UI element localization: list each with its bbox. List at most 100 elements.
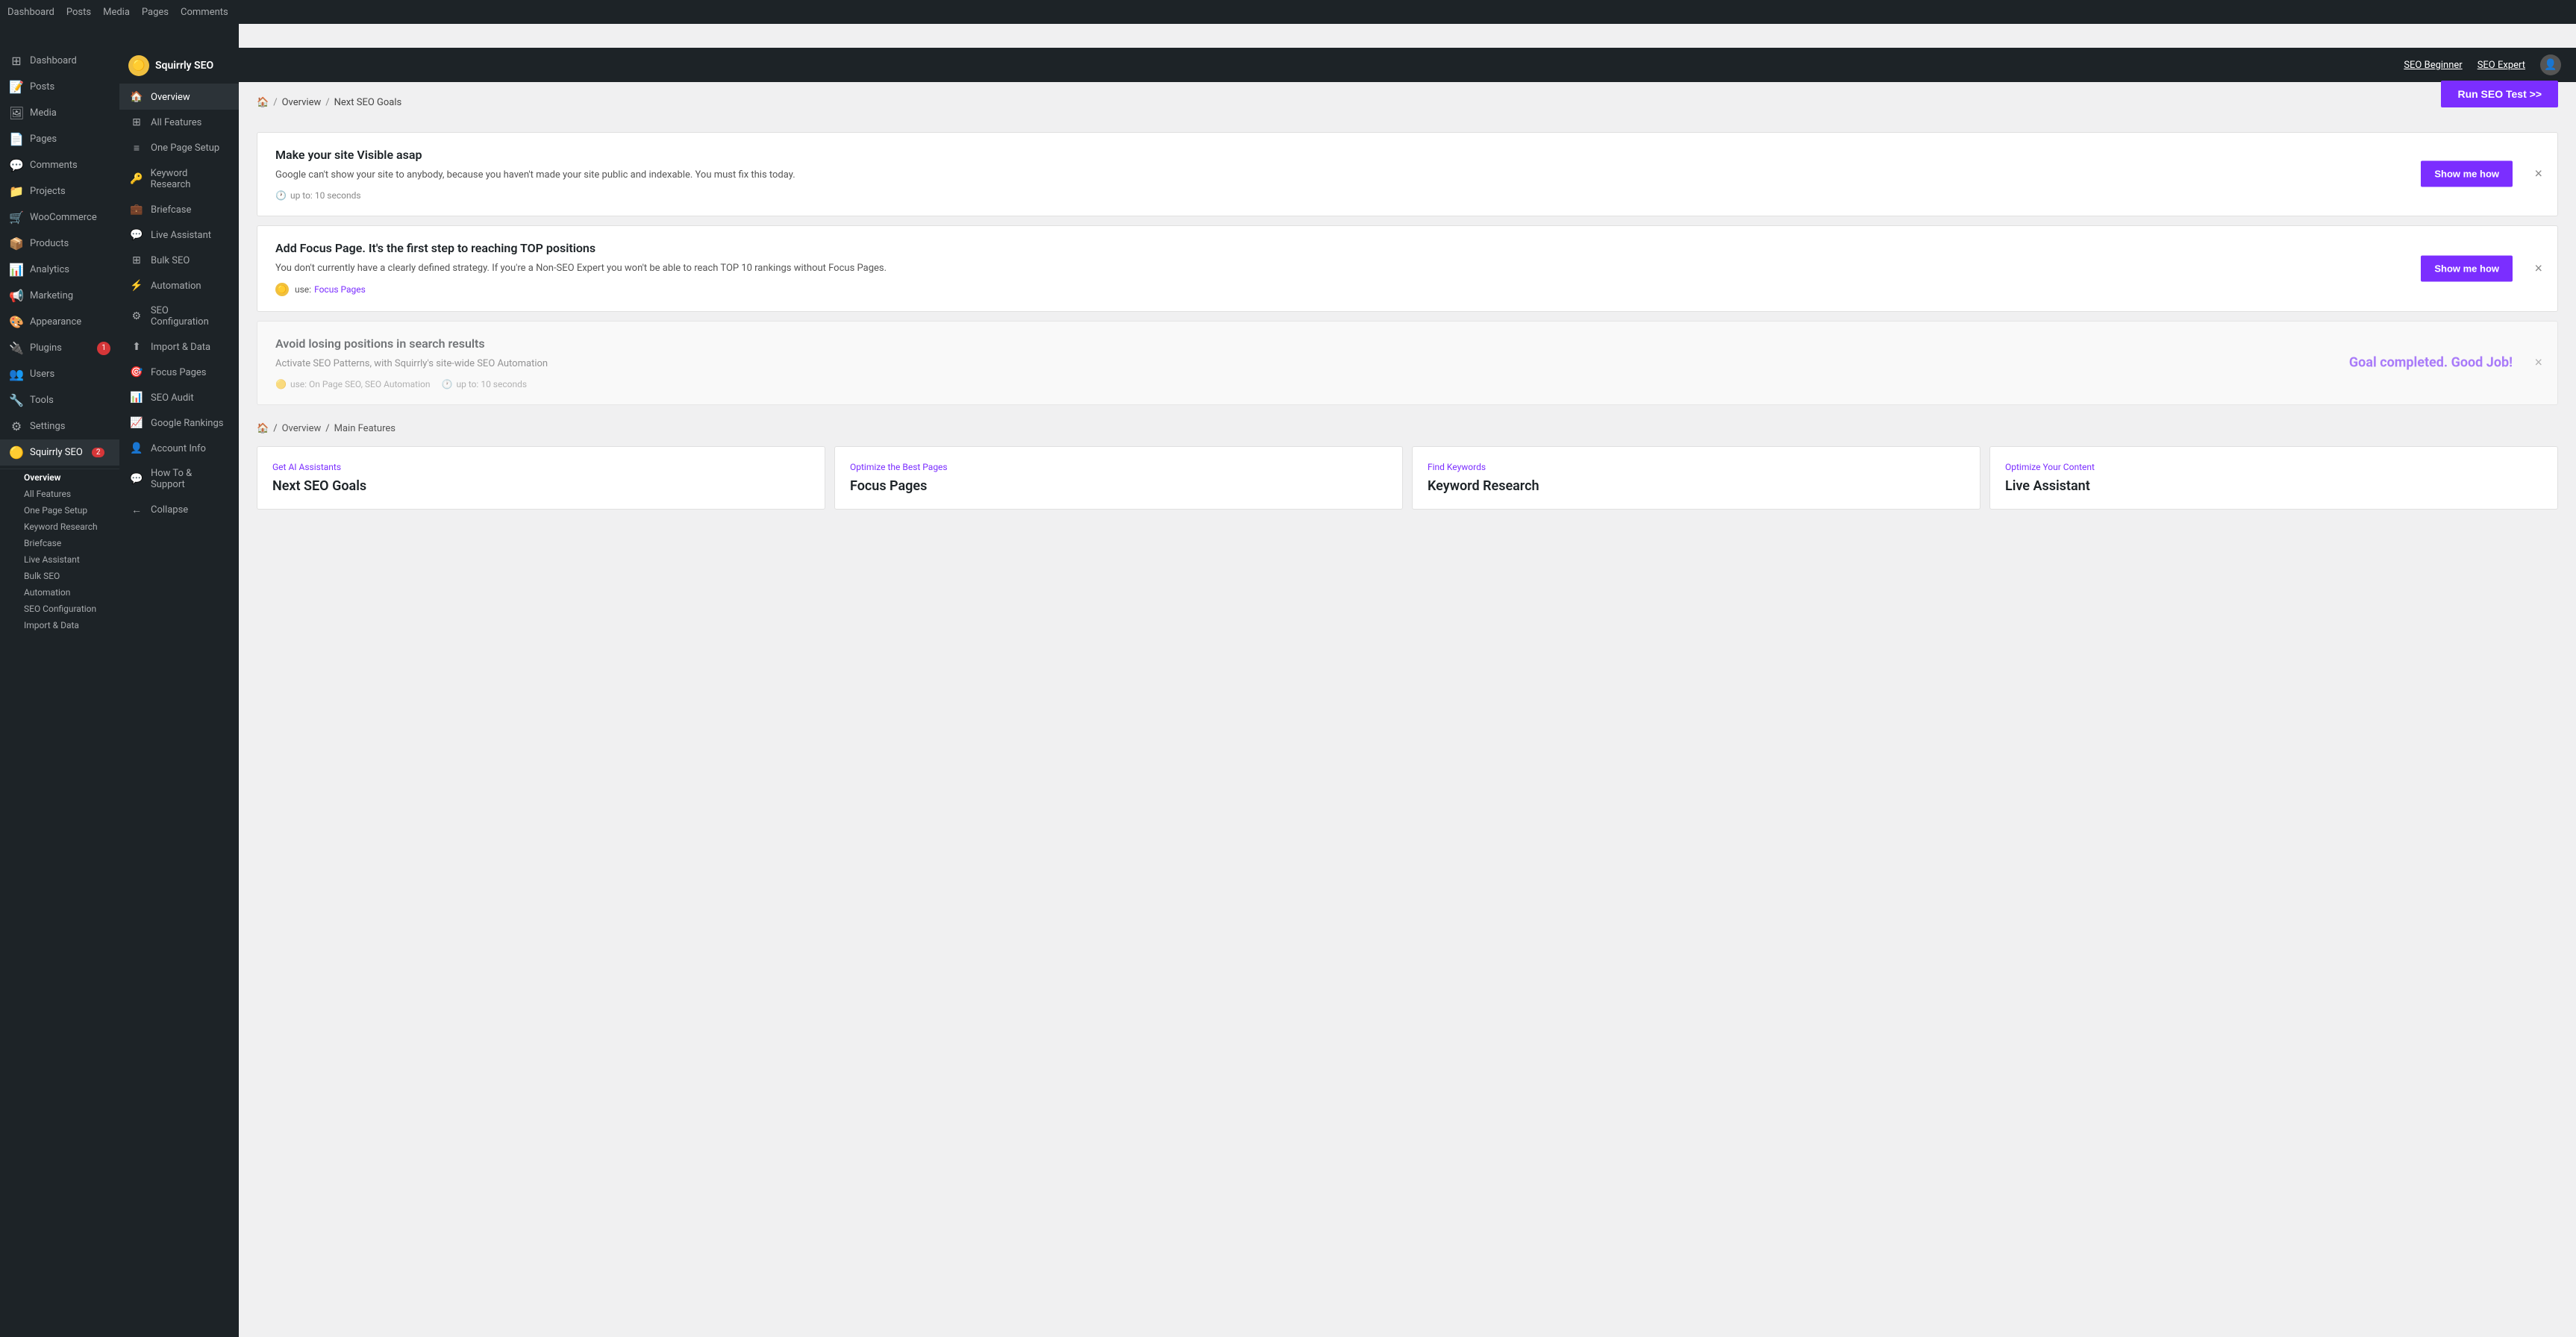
adminbar-comments[interactable]: Comments [181, 7, 228, 18]
settings-icon: ⚙ [9, 419, 24, 433]
feature-tag-1: Optimize the Best Pages [850, 462, 1387, 472]
squirrly-header: 🟡 Squirrly SEO [119, 48, 239, 84]
menu-item-users[interactable]: 👥 Users [0, 361, 119, 387]
sq-nav-google-rankings[interactable]: 📈 Google Rankings [119, 410, 239, 436]
goal-card-3: Avoid losing positions in search results… [257, 321, 2558, 405]
sq-nav-account-info[interactable]: 👤 Account Info [119, 436, 239, 461]
posts-icon: 📝 [9, 80, 24, 94]
seo-expert-link[interactable]: SEO Expert [2477, 60, 2525, 71]
breadcrumb-item-next-seo-goals: Next SEO Goals [334, 97, 402, 108]
overview-icon: 🏠 [130, 91, 143, 103]
sq-nav-one-page-setup[interactable]: ≡ One Page Setup [119, 135, 239, 161]
focus-pages-link[interactable]: Focus Pages [314, 284, 366, 295]
close-goal-3-button[interactable]: × [2534, 355, 2542, 371]
sub-item-live-assistant[interactable]: Live Assistant [6, 551, 119, 568]
menu-item-analytics[interactable]: 📊 Analytics [0, 257, 119, 283]
sq-nav-live-assistant[interactable]: 💬 Live Assistant [119, 222, 239, 248]
sub-item-all-features[interactable]: All Features [6, 486, 119, 502]
breadcrumb: 🏠 / Overview / Next SEO Goals [257, 97, 401, 108]
seo-configuration-icon: ⚙ [130, 310, 143, 322]
goal-3-title: Avoid losing positions in search results [275, 336, 2539, 351]
sq-nav-focus-pages[interactable]: 🎯 Focus Pages [119, 360, 239, 385]
menu-item-comments[interactable]: 💬 Comments [0, 152, 119, 178]
sub-item-one-page-setup[interactable]: One Page Setup [6, 502, 119, 519]
menu-item-dashboard[interactable]: ⊞ Dashboard [0, 48, 119, 74]
adminbar-posts[interactable]: Posts [66, 7, 91, 18]
user-avatar[interactable]: 👤 [2540, 54, 2561, 75]
adminbar-dashboard[interactable]: Dashboard [7, 7, 54, 18]
sub-item-overview[interactable]: Overview [6, 469, 119, 486]
sq-nav-overview[interactable]: 🏠 Overview [119, 84, 239, 110]
automation-icon: ⚡ [130, 280, 143, 292]
analytics-icon: 📊 [9, 263, 24, 277]
sub-item-import-data[interactable]: Import & Data [6, 617, 119, 633]
feature-title-1: Focus Pages [850, 478, 1387, 494]
goal-1-description: Google can't show your site to anybody, … [275, 168, 2539, 183]
sq-nav-seo-audit[interactable]: 📊 SEO Audit [119, 385, 239, 410]
collapse-icon: ← [130, 504, 143, 516]
feature-title-2: Keyword Research [1428, 478, 1965, 494]
sq-nav-automation[interactable]: ⚡ Automation [119, 273, 239, 298]
sub-item-bulk-seo[interactable]: Bulk SEO [6, 568, 119, 584]
pages-icon: 📄 [9, 132, 24, 146]
seo-beginner-link[interactable]: SEO Beginner [2404, 60, 2462, 71]
sub-item-briefcase[interactable]: Briefcase [6, 535, 119, 551]
goal-3-description: Activate SEO Patterns, with Squirrly's s… [275, 357, 2539, 372]
menu-item-projects[interactable]: 📁 Projects [0, 178, 119, 204]
dashboard-icon: ⊞ [9, 54, 24, 68]
sq-nav-all-features[interactable]: ⊞ All Features [119, 110, 239, 135]
sq-nav-seo-configuration[interactable]: ⚙ SEO Configuration [119, 298, 239, 334]
account-info-icon: 👤 [130, 442, 143, 454]
content-area: 🏠 / Overview / Next SEO Goals Run SEO Te… [239, 82, 2576, 525]
show-how-button-1[interactable]: Show me how [2421, 161, 2513, 187]
menu-item-appearance[interactable]: 🎨 Appearance [0, 309, 119, 335]
squirrly-badge: 2 [92, 448, 105, 457]
close-goal-2-button[interactable]: × [2534, 260, 2542, 276]
sq-nav-briefcase[interactable]: 💼 Briefcase [119, 197, 239, 222]
sq-nav-bulk-seo[interactable]: ⊞ Bulk SEO [119, 248, 239, 273]
menu-item-woocommerce[interactable]: 🛒 WooCommerce [0, 204, 119, 231]
goal-2-description: You don't currently have a clearly defin… [275, 261, 2539, 276]
squirrly-logo-icon: 🟡 [128, 55, 149, 76]
media-icon: 🖼 [9, 106, 24, 120]
tools-icon: 🔧 [9, 393, 24, 407]
keyword-research-icon: 🔑 [130, 173, 143, 185]
goal-card-2: Add Focus Page. It's the first step to r… [257, 225, 2558, 313]
sq-nav-how-to-support[interactable]: 💬 How To & Support [119, 461, 239, 497]
menu-item-plugins[interactable]: 🔌 Plugins 1 [0, 335, 119, 361]
feature-card-focus-pages[interactable]: Optimize the Best Pages Focus Pages [834, 446, 1403, 510]
menu-item-pages[interactable]: 📄 Pages [0, 126, 119, 152]
menu-item-marketing[interactable]: 📢 Marketing [0, 283, 119, 309]
feature-card-next-seo-goals[interactable]: Get AI Assistants Next SEO Goals [257, 446, 825, 510]
clock-icon-1: 🕐 [275, 190, 287, 201]
sq-nav-keyword-research[interactable]: 🔑 Keyword Research [119, 161, 239, 197]
squirrly-panel: 🟡 Squirrly SEO 🏠 Overview ⊞ All Features… [119, 24, 239, 1337]
one-page-setup-icon: ≡ [130, 142, 143, 154]
show-how-button-2[interactable]: Show me how [2421, 255, 2513, 281]
focus-pages-icon: 🎯 [130, 366, 143, 378]
goal-2-use-label: 🟡 use: Focus Pages [275, 283, 2539, 296]
import-data-icon: ⬆ [130, 341, 143, 353]
goal-1-time: 🕐 up to: 10 seconds [275, 190, 2539, 201]
feature-card-live-assistant[interactable]: Optimize Your Content Live Assistant [1989, 446, 2558, 510]
sub-item-seo-configuration[interactable]: SEO Configuration [6, 601, 119, 617]
adminbar-pages[interactable]: Pages [142, 7, 169, 18]
sub-item-keyword-research[interactable]: Keyword Research [6, 519, 119, 535]
run-seo-test-button[interactable]: Run SEO Test >> [2441, 81, 2558, 107]
menu-item-media[interactable]: 🖼 Media [0, 100, 119, 126]
close-goal-1-button[interactable]: × [2534, 166, 2542, 182]
squirrly-inline-logo: 🟡 [275, 283, 289, 296]
menu-item-settings[interactable]: ⚙ Settings [0, 413, 119, 439]
feature-card-keyword-research[interactable]: Find Keywords Keyword Research [1412, 446, 1981, 510]
sq-nav-collapse[interactable]: ← Collapse [119, 497, 239, 523]
menu-item-squirrly[interactable]: 🟡 Squirrly SEO 2 [0, 439, 119, 466]
sq-nav-import-data[interactable]: ⬆ Import & Data [119, 334, 239, 360]
features-home-icon: 🏠 [257, 423, 269, 434]
adminbar-media[interactable]: Media [103, 7, 130, 18]
feature-tag-3: Optimize Your Content [2005, 462, 2542, 472]
top-bar: SEO Beginner SEO Expert 👤 [239, 48, 2576, 82]
sub-item-automation[interactable]: Automation [6, 584, 119, 601]
menu-item-tools[interactable]: 🔧 Tools [0, 387, 119, 413]
menu-item-products[interactable]: 📦 Products [0, 231, 119, 257]
menu-item-posts[interactable]: 📝 Posts [0, 74, 119, 100]
